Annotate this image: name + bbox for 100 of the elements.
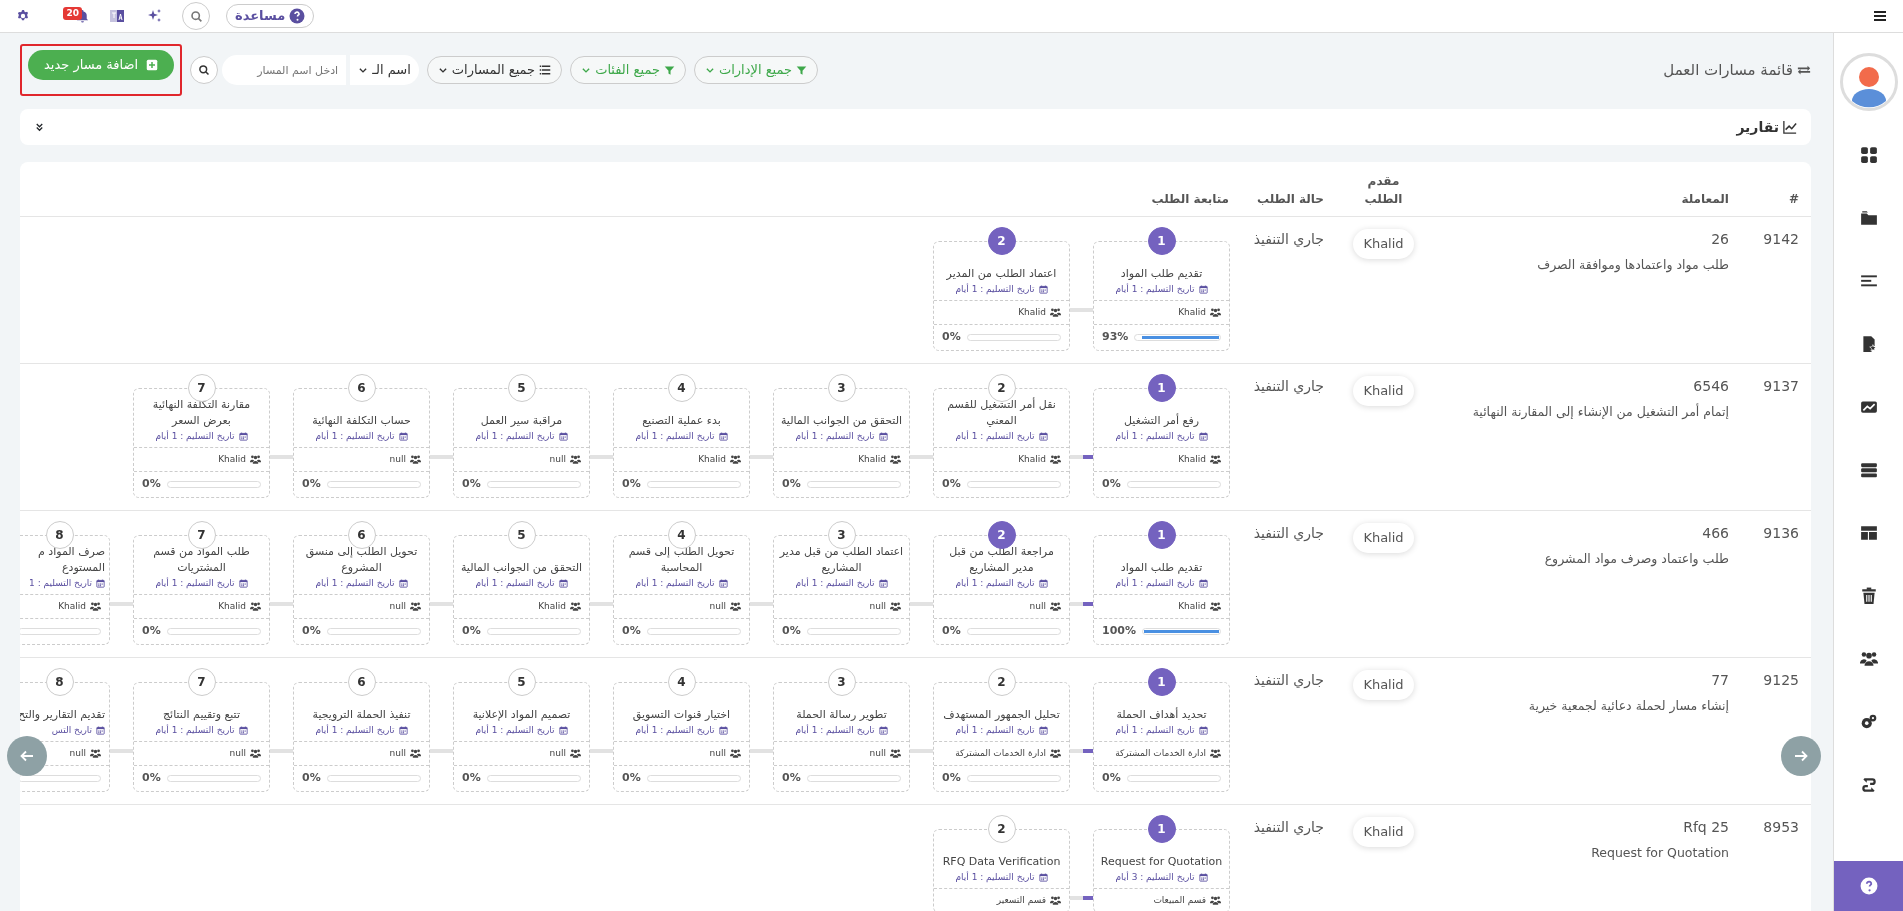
step-number: 1 (1147, 668, 1176, 696)
requester: Khalid (1353, 376, 1414, 406)
page-title: قائمة مسارات العمل (1663, 59, 1793, 81)
step-owner: null (549, 452, 566, 466)
help-icon (289, 8, 306, 24)
calendar-icon (1038, 725, 1048, 735)
calendar-icon (96, 578, 105, 588)
users-icon (410, 748, 421, 759)
row-id: 9136 (1763, 525, 1799, 541)
step-number: 4 (667, 374, 696, 402)
step-owner: Khalid (218, 452, 246, 466)
caret-icon (581, 65, 592, 75)
notification-badge: 20 (63, 6, 82, 20)
calendar-icon (1038, 284, 1048, 294)
due-date: تاريخ التسليم : 1 أيام (955, 282, 1035, 296)
scroll-left-button[interactable] (7, 736, 47, 776)
row-id: 9125 (1763, 672, 1799, 688)
transaction-number: Rfq 25 (1683, 819, 1729, 835)
calendar-icon (1198, 431, 1208, 441)
calendar-icon (398, 578, 408, 588)
users-icon (1210, 307, 1221, 318)
swap-icon[interactable] (1859, 775, 1878, 794)
step-number: 8 (45, 668, 74, 696)
progress-percent: 0% (622, 623, 641, 640)
avatar[interactable] (1839, 53, 1898, 111)
step-number: 2 (987, 815, 1016, 843)
expand-button[interactable] (34, 121, 45, 133)
due-date: تاريخ التسليم : 1 (29, 576, 92, 590)
field-select[interactable]: اسم الـ (350, 55, 419, 85)
stack-icon[interactable] (1859, 460, 1878, 479)
step-title: التحقق من الجوانب المالية (460, 560, 583, 576)
step-owner: Khalid (1018, 305, 1046, 319)
column-header: # (1787, 191, 1800, 208)
step-owner: Khalid (698, 452, 726, 466)
step-owner: ادارة الخدمات المشتركة (1115, 746, 1206, 760)
gears-icon[interactable] (1859, 712, 1878, 731)
due-date: تاريخ التسليم : 1 أيام (955, 870, 1035, 884)
step-number: 5 (507, 521, 536, 549)
progress-percent: 0% (1102, 770, 1121, 787)
filter-icon (796, 64, 808, 76)
transaction-number: 77 (1711, 672, 1729, 688)
requester: Khalid (1353, 229, 1414, 259)
scroll-right-button[interactable] (1781, 736, 1821, 776)
users-icon (1210, 454, 1221, 465)
progress-percent: 0% (302, 623, 321, 640)
calendar-icon (398, 725, 408, 735)
step-number: 3 (827, 668, 856, 696)
help-button[interactable]: مساعدة (226, 4, 315, 28)
due-date: تاريخ التسليم : 1 أيام (635, 429, 715, 443)
search-button[interactable] (190, 56, 219, 84)
step-number: 4 (667, 668, 696, 696)
due-date: تاريخ التسليم : 1 أيام (1115, 429, 1195, 443)
translate-icon[interactable] (109, 8, 125, 24)
filter-dropdown[interactable]: جميع المسارات (426, 56, 563, 84)
calendar-icon (1198, 725, 1208, 735)
users-icon[interactable] (1859, 649, 1878, 668)
users-icon (570, 454, 581, 465)
calendar-icon (1198, 284, 1208, 294)
calendar-icon (1198, 578, 1208, 588)
search-field[interactable]: ادخل اسم المسار (222, 55, 347, 85)
layout-icon[interactable] (1859, 523, 1878, 542)
due-date: تاريخ التسليم : 1 أيام (475, 576, 555, 590)
due-date: تاريخ التسليم : 3 أيام (1115, 870, 1195, 884)
users-icon (1050, 748, 1061, 759)
dashboard-icon[interactable] (1859, 145, 1878, 164)
users-icon (1210, 601, 1221, 612)
calendar-icon (558, 431, 568, 441)
trash-icon[interactable] (1859, 586, 1878, 605)
step-title: تطوير رسالة الحملة (796, 707, 887, 723)
calendar-icon (1038, 578, 1048, 588)
step-owner: Khalid (1018, 452, 1046, 466)
step-title: Request for Quotation (1100, 854, 1223, 870)
step-owner: null (229, 746, 246, 760)
due-date: تاريخ التسليم : 1 أيام (155, 429, 235, 443)
double-chevron-icon (34, 121, 45, 133)
step-title: تحديد أهداف الحملة (1116, 707, 1207, 723)
due-date: تاريخ التسليم : 1 أيام (795, 723, 875, 737)
users-icon (410, 601, 421, 612)
status-text: جاري التنفيذ (1253, 672, 1324, 688)
sparkle-icon[interactable] (147, 8, 163, 24)
settings-icon[interactable] (16, 9, 30, 23)
step-owner: null (1029, 599, 1046, 613)
reports-title: تقارير (1736, 117, 1779, 138)
users-icon (890, 601, 901, 612)
due-date: تاريخ التسليم : 1 أيام (1115, 282, 1195, 296)
transaction-name: طلب مواد واعتمادها وموافقة الصرف (1537, 257, 1729, 272)
step-number: 6 (347, 374, 376, 402)
step-number: 3 (827, 374, 856, 402)
help-button[interactable] (1834, 861, 1903, 911)
folder-icon[interactable] (1859, 208, 1878, 227)
progress-percent: 0% (942, 623, 961, 640)
users-icon (250, 748, 261, 759)
users-icon (1050, 601, 1061, 612)
progress-percent: 0% (462, 476, 481, 493)
calendar-icon (1198, 872, 1208, 882)
progress-percent: 0% (142, 476, 161, 493)
row-id: 9142 (1763, 231, 1799, 247)
step-number: 2 (987, 668, 1016, 696)
progress-percent: 0% (142, 770, 161, 787)
users-icon (1050, 895, 1061, 906)
